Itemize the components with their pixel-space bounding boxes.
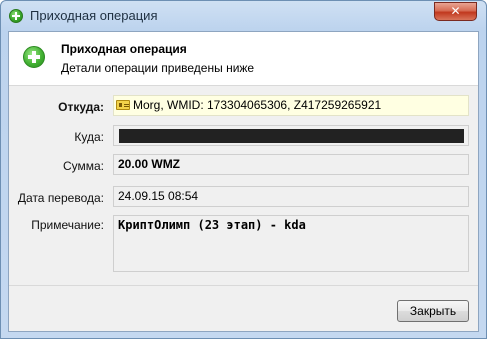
wm-passport-icon — [116, 100, 130, 110]
date-label: Дата перевода: — [17, 191, 104, 205]
from-value: Morg, WMID: 173304065306, Z417259265921 — [133, 98, 382, 112]
plus-circle-icon — [9, 9, 23, 23]
title-bar[interactable]: Приходная операция ✕ — [1, 1, 486, 31]
note-label: Примечание: — [31, 218, 104, 232]
header-subtitle: Детали операции приведены ниже — [61, 61, 255, 75]
redacted-value — [119, 129, 464, 143]
from-field[interactable]: Morg, WMID: 173304065306, Z417259265921 — [113, 95, 469, 116]
from-label: Откуда: — [58, 100, 104, 114]
header-title: Приходная операция — [61, 42, 187, 56]
dialog-window: Приходная операция ✕ Приходная операция … — [0, 0, 487, 339]
note-field[interactable]: КриптОлимп (23 этап) - kda — [113, 215, 469, 272]
close-button[interactable]: Закрыть — [397, 300, 469, 322]
dialog-content: Приходная операция Детали операции приве… — [8, 31, 479, 332]
amount-label: Сумма: — [62, 159, 104, 173]
window-title: Приходная операция — [30, 8, 158, 23]
plus-circle-icon — [23, 46, 45, 68]
date-field[interactable]: 24.09.15 08:54 — [113, 186, 469, 207]
footer-divider — [9, 285, 478, 286]
to-label: Куда: — [74, 130, 104, 144]
amount-field[interactable]: 20.00 WMZ — [113, 154, 469, 175]
dialog-header: Приходная операция Детали операции приве… — [9, 32, 478, 86]
to-field[interactable] — [113, 125, 469, 146]
window-close-button[interactable]: ✕ — [434, 2, 477, 21]
